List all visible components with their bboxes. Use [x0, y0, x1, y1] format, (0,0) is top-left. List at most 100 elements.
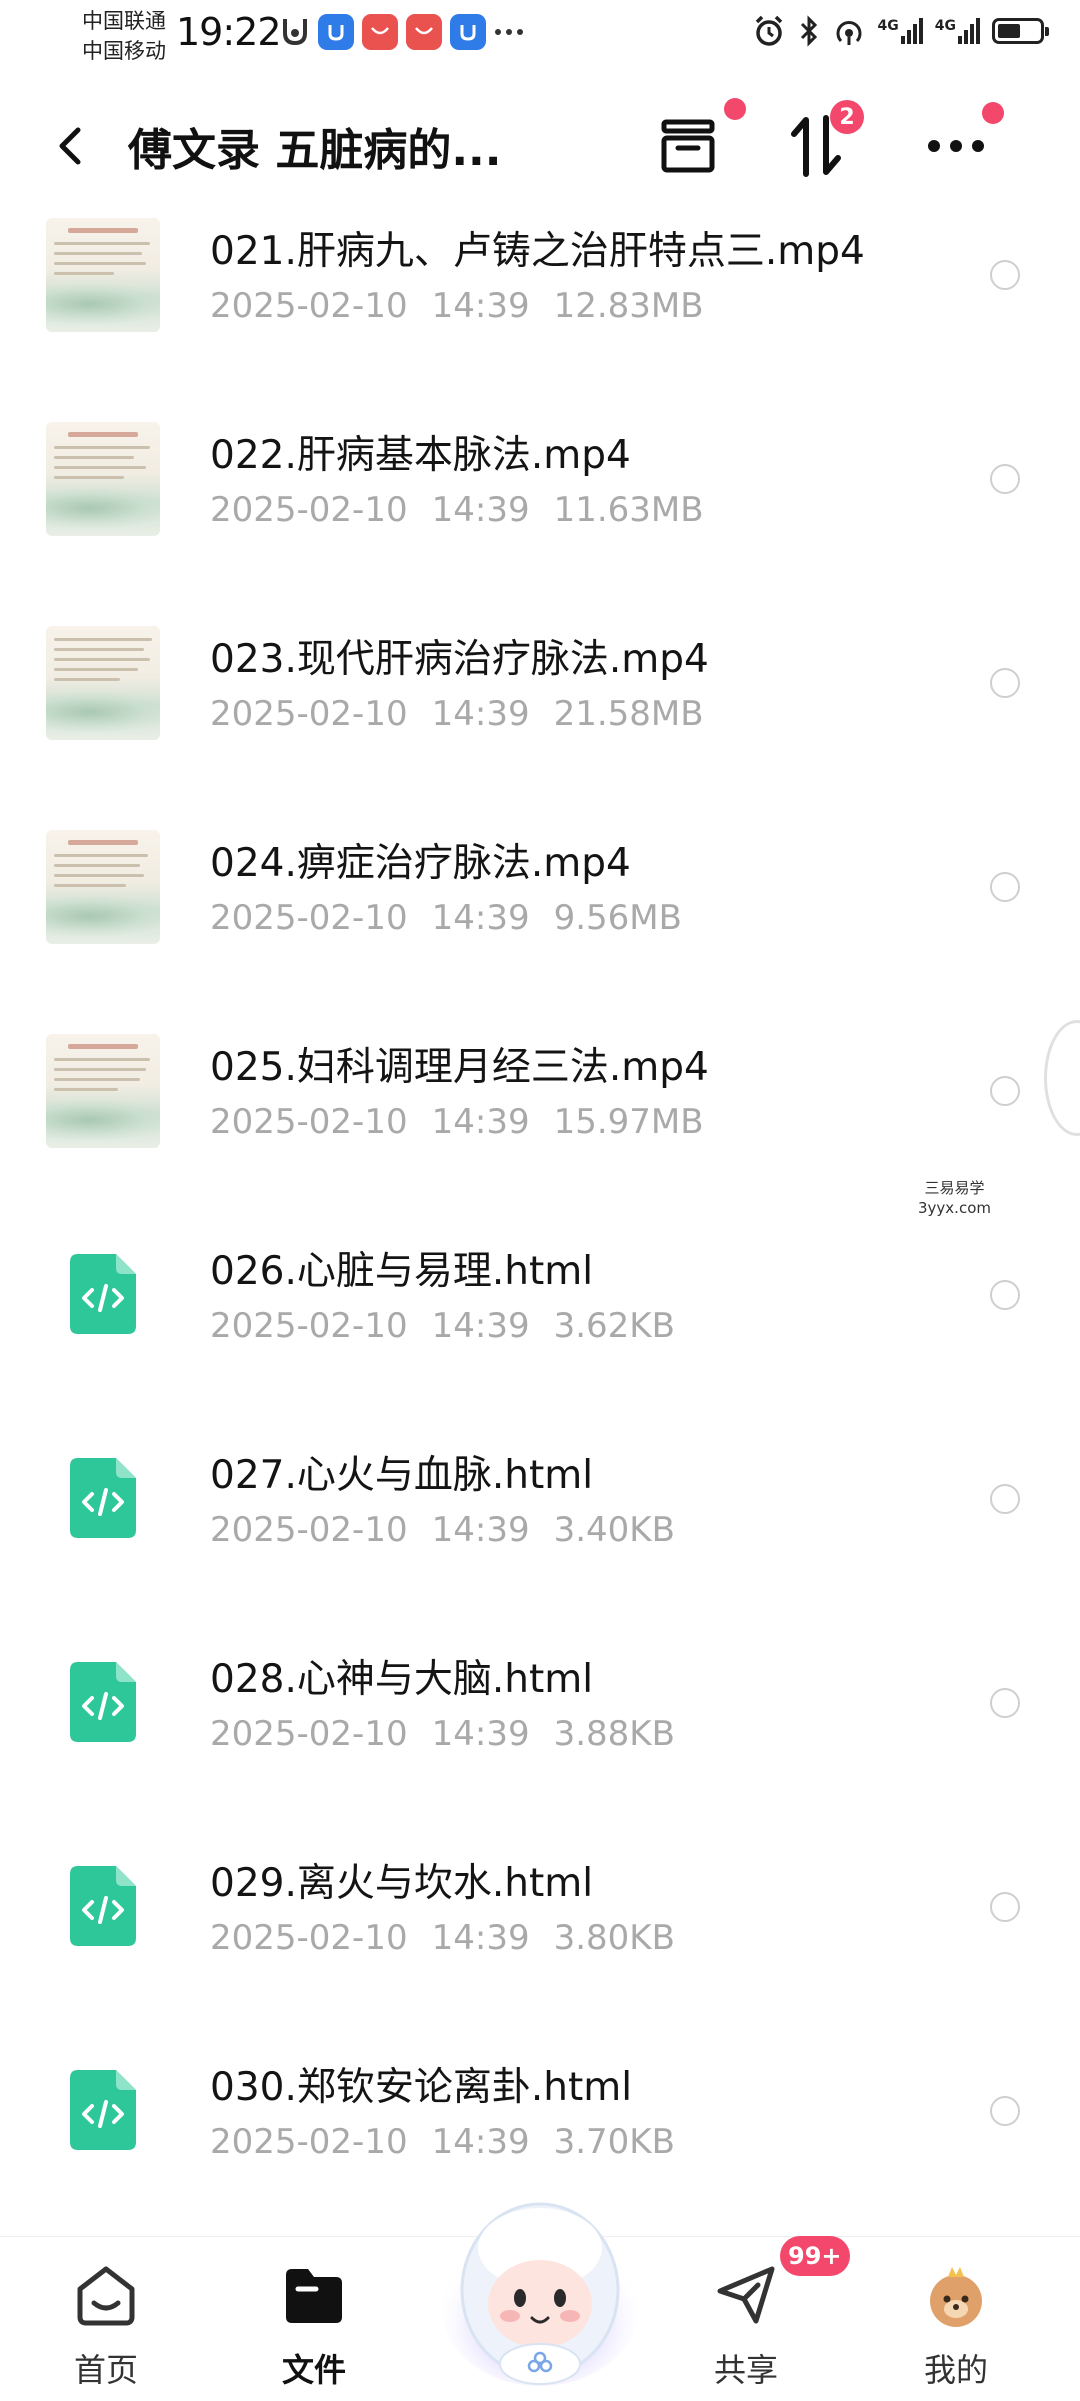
file-name: 026.心脏与易理.html: [210, 1249, 594, 1294]
file-meta: 2025-02-10 14:39 21.58MB: [210, 694, 728, 734]
select-radio[interactable]: [990, 1280, 1020, 1310]
file-row[interactable]: 024.痹症治疗脉法.mp4 2025-02-10 14:39 9.56MB: [0, 822, 1080, 1026]
file-time: 14:39: [431, 490, 530, 530]
signal-1-icon: 4G: [878, 18, 923, 44]
archive-button[interactable]: [648, 98, 746, 186]
file-name: 025.妇科调理月经三法.mp4: [210, 1045, 709, 1090]
file-time: 14:39: [431, 286, 530, 326]
file-row[interactable]: 029.离火与坎水.html 2025-02-10 14:39 3.80KB: [0, 1842, 1080, 2046]
archive-box-icon: [661, 119, 715, 173]
file-name: 030.郑钦安论离卦.html: [210, 2065, 633, 2110]
file-size: 12.83MB: [553, 286, 704, 326]
file-date: 2025-02-10: [210, 1306, 408, 1346]
status-bar: 中国联通 中国移动 19:22 4G 4G: [0, 0, 1080, 72]
html-file-icon: [70, 1866, 136, 1946]
file-meta: 2025-02-10 14:39 3.70KB: [210, 2122, 699, 2162]
file-meta: 2025-02-10 14:39 3.80KB: [210, 1918, 699, 1958]
huawei-store-icon: [406, 14, 442, 50]
file-meta: 2025-02-10 14:39 3.62KB: [210, 1306, 699, 1346]
select-radio[interactable]: [990, 1892, 1020, 1922]
file-meta: 2025-02-10 14:39 11.63MB: [210, 490, 728, 530]
video-thumbnail: [46, 422, 160, 536]
app-notification-icon: [318, 14, 354, 50]
file-date: 2025-02-10: [210, 490, 408, 530]
notification-icons: [280, 14, 524, 50]
select-radio[interactable]: [990, 2096, 1020, 2126]
file-size: 3.40KB: [553, 1510, 675, 1550]
file-date: 2025-02-10: [210, 1714, 408, 1754]
back-button[interactable]: [50, 116, 90, 176]
file-row[interactable]: 026.心脏与易理.html 2025-02-10 14:39 3.62KB: [0, 1230, 1080, 1434]
file-date: 2025-02-10: [210, 898, 408, 938]
file-size: 21.58MB: [553, 694, 704, 734]
file-row[interactable]: 022.肝病基本脉法.mp4 2025-02-10 14:39 11.63MB: [0, 414, 1080, 618]
file-size: 3.62KB: [553, 1306, 675, 1346]
html-file-icon: [70, 1458, 136, 1538]
watermark: 三易易学 3yyx.com: [918, 1178, 991, 1218]
file-name: 029.离火与坎水.html: [210, 1861, 594, 1906]
nav-home-label: 首页: [73, 2351, 138, 2389]
bluetooth-icon: [800, 15, 817, 47]
more-notifications-icon: [495, 29, 523, 35]
file-row[interactable]: 021.肝病九、卢铸之治肝特点三.mp4 2025-02-10 14:39 12.8…: [0, 210, 1080, 414]
file-time: 14:39: [431, 1918, 530, 1958]
select-radio[interactable]: [990, 464, 1020, 494]
more-horizontal-icon: [928, 140, 984, 152]
more-options-button[interactable]: [916, 102, 1004, 186]
transfer-count-badge: 2: [830, 100, 864, 134]
file-time: 14:39: [431, 694, 530, 734]
page-title: 傅文录 五脏病的...: [128, 125, 502, 176]
file-time: 14:39: [431, 1102, 530, 1142]
watermark-line-2: 3yyx.com: [918, 1199, 991, 1217]
file-size: 3.80KB: [553, 1918, 675, 1958]
file-size: 9.56MB: [553, 898, 682, 938]
transfer-button[interactable]: 2: [776, 100, 864, 186]
nav-share-label: 共享: [713, 2351, 778, 2389]
select-radio[interactable]: [990, 668, 1020, 698]
paper-plane-icon: [717, 2266, 775, 2324]
more-notification-dot: [982, 102, 1004, 124]
profile-avatar-icon: [930, 2267, 982, 2327]
select-radio[interactable]: [990, 1484, 1020, 1514]
signal-2-icon: 4G: [935, 18, 980, 44]
select-radio[interactable]: [990, 1076, 1020, 1106]
file-row[interactable]: 027.心火与血脉.html 2025-02-10 14:39 3.40KB: [0, 1434, 1080, 1638]
file-date: 2025-02-10: [210, 694, 408, 734]
file-date: 2025-02-10: [210, 1102, 408, 1142]
notification-app-icon: [283, 19, 307, 46]
status-time: 19:22: [176, 10, 282, 54]
folder-icon: [286, 2269, 342, 2323]
chevron-left-icon: [59, 127, 81, 165]
video-thumbnail: [46, 1034, 160, 1148]
select-radio[interactable]: [990, 260, 1020, 290]
file-size: 3.70KB: [553, 2122, 675, 2162]
file-date: 2025-02-10: [210, 2122, 408, 2162]
carrier-1: 中国联通: [82, 9, 166, 33]
video-thumbnail: [46, 218, 160, 332]
file-row[interactable]: 023.现代肝病治疗脉法.mp4 2025-02-10 14:39 21.58MB: [0, 618, 1080, 822]
nav-files[interactable]: 文件: [244, 2237, 384, 2401]
carrier-info: 中国联通 中国移动: [82, 6, 166, 66]
ai-assistant-mascot-button[interactable]: [440, 2178, 640, 2388]
file-meta: 2025-02-10 14:39 15.97MB: [210, 1102, 728, 1142]
nav-mine[interactable]: 我的: [886, 2237, 1026, 2401]
file-meta: 2025-02-10 14:39 9.56MB: [210, 898, 706, 938]
file-row[interactable]: 028.心神与大脑.html 2025-02-10 14:39 3.88KB: [0, 1638, 1080, 1842]
top-app-bar: 傅文录 五脏病的... 2: [0, 82, 1080, 212]
file-name: 022.肝病基本脉法.mp4: [210, 433, 631, 478]
html-file-icon: [70, 2070, 136, 2150]
file-time: 14:39: [431, 1306, 530, 1346]
video-thumbnail: [46, 626, 160, 740]
select-radio[interactable]: [990, 872, 1020, 902]
video-thumbnail: [46, 830, 160, 944]
file-meta: 2025-02-10 14:39 12.83MB: [210, 286, 728, 326]
select-radio[interactable]: [990, 1688, 1020, 1718]
carrier-2: 中国移动: [82, 39, 166, 63]
alarm-icon: [755, 15, 782, 46]
file-size: 15.97MB: [553, 1102, 704, 1142]
nav-files-label: 文件: [281, 2351, 346, 2389]
nav-home[interactable]: 首页: [36, 2237, 176, 2401]
nav-mine-label: 我的: [923, 2351, 988, 2389]
file-name: 021.肝病九、卢铸之治肝特点三.mp4: [210, 229, 865, 274]
file-date: 2025-02-10: [210, 1918, 408, 1958]
